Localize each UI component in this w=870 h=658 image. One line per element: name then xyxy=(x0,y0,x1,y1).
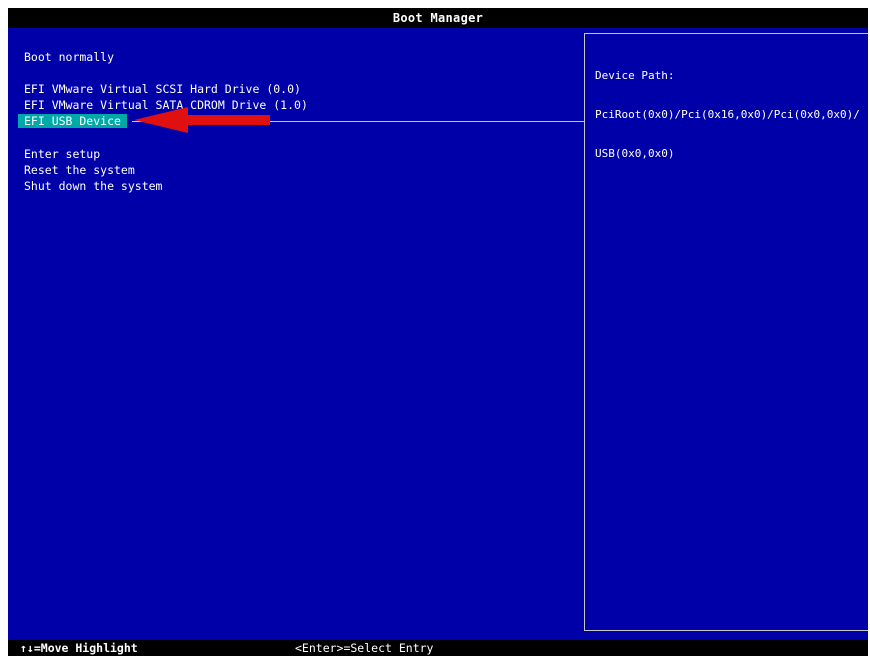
menu-item-enter-setup[interactable]: Enter setup xyxy=(22,147,102,161)
device-path-line-1: PciRoot(0x0)/Pci(0x16,0x0)/Pci(0x0,0x0)/ xyxy=(595,108,860,121)
footer-bar: ↑↓=Move Highlight <Enter>=Select Entry xyxy=(8,640,868,656)
menu-item-reset-system[interactable]: Reset the system xyxy=(22,163,137,177)
boot-menu: Boot normally EFI VMware Virtual SCSI Ha… xyxy=(8,28,584,638)
menu-item-usb-device[interactable]: EFI USB Device xyxy=(18,114,127,128)
red-arrow-icon xyxy=(134,107,270,133)
device-path-line-2: USB(0x0,0x0) xyxy=(595,147,675,160)
menu-item-shut-down-system[interactable]: Shut down the system xyxy=(22,179,164,193)
device-info-panel: Device Path: PciRoot(0x0)/Pci(0x16,0x0)/… xyxy=(584,33,868,631)
move-highlight-hint: ↑↓=Move Highlight xyxy=(20,641,138,655)
device-path-heading: Device Path: xyxy=(595,69,675,82)
select-entry-hint: <Enter>=Select Entry xyxy=(295,641,434,655)
menu-item-scsi-hard-drive[interactable]: EFI VMware Virtual SCSI Hard Drive (0.0) xyxy=(22,82,303,96)
boot-manager-screen: Boot Manager Boot normally EFI VMware Vi… xyxy=(8,8,868,656)
window-title: Boot Manager xyxy=(8,8,868,28)
menu-item-boot-normally[interactable]: Boot normally xyxy=(22,50,116,64)
